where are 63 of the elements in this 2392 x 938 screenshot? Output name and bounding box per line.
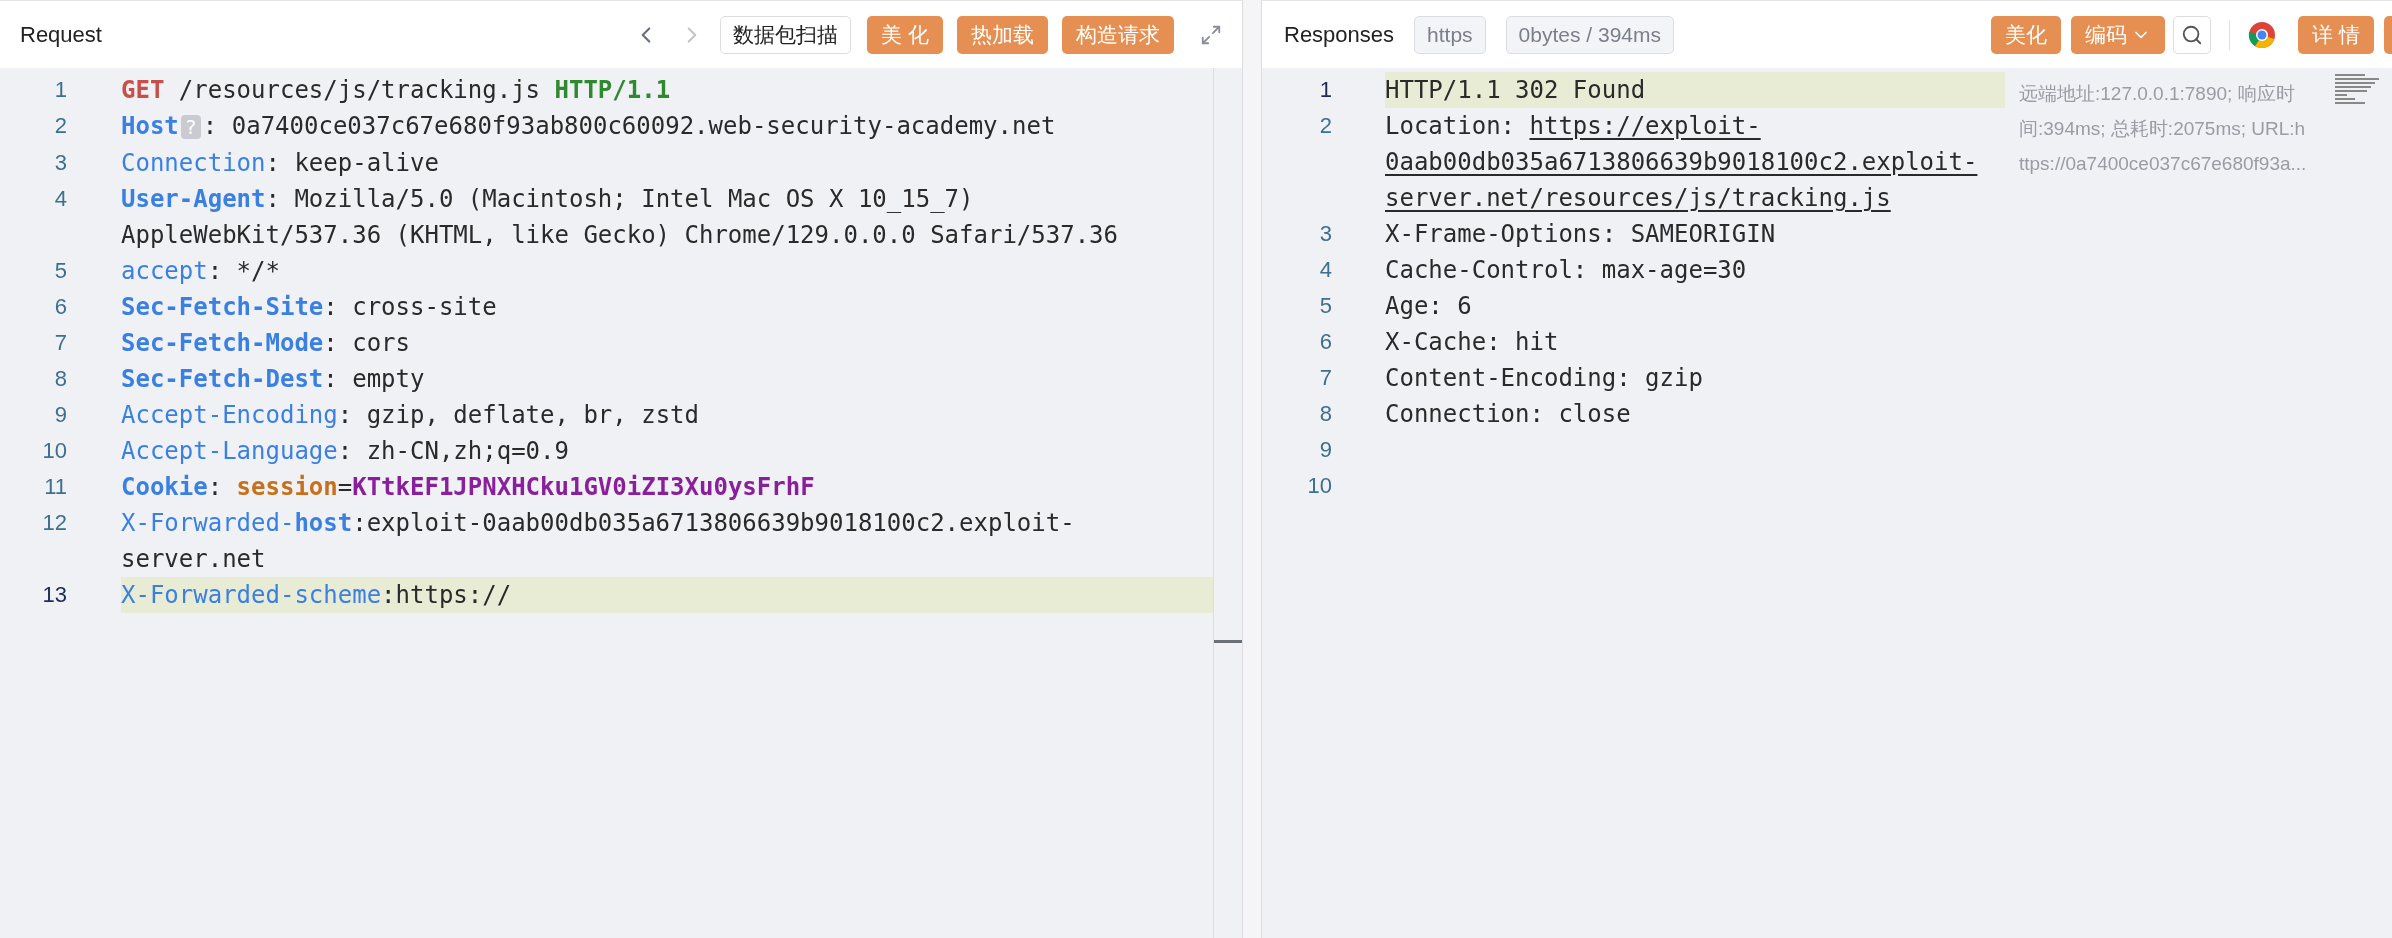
line-number: 13 — [41, 581, 67, 609]
response-info: 远端地址:127.0.0.1:7890; 响应时间:394ms; 总耗时:2075ms; URL:https://0a7400ce037c67e680f93a... — [2019, 82, 2308, 176]
line-number: 1 — [53, 76, 67, 104]
line-number: 8 — [53, 365, 67, 393]
scan-button[interactable]: 数据包扫描 — [720, 15, 852, 54]
code-line: GET /resources/js/tracking.js HTTP/1.1 — [121, 76, 671, 104]
code-line: Content-Encoding: gzip — [1385, 364, 1703, 392]
line-number: 12 — [41, 509, 67, 537]
code-line: Cache-Control: max-age=30 — [1385, 256, 1747, 284]
line-number: 4 — [53, 185, 67, 213]
toolbar-button[interactable]: 构造请求 — [1062, 15, 1174, 54]
code-line: Sec-Fetch-Site: cross-site — [121, 293, 497, 321]
button-edge[interactable] — [2384, 15, 2392, 54]
line-number: 9 — [1318, 436, 1332, 464]
code-line: Location: https://exploit-0aab00db035a6713806639b9018100c2.exploit-server.net/resources/js/tracking.js — [1385, 112, 1978, 212]
info-tag: https — [1414, 15, 1486, 54]
code-line: Connection: close — [1385, 400, 1631, 428]
code-line: Connection: keep-alive — [121, 149, 439, 177]
encode-button[interactable]: 编码 — [2071, 15, 2166, 54]
line-number: 8 — [1318, 400, 1332, 428]
line-number: 5 — [53, 257, 67, 285]
code-line: Accept-Language: zh-CN,zh;q=0.9 — [121, 437, 569, 465]
code-line: X-Forwarded-scheme:https:// — [121, 581, 512, 609]
code-line: Sec-Fetch-Dest: empty — [121, 365, 425, 393]
line-number: 10 — [41, 437, 67, 465]
line-number: 3 — [1318, 220, 1332, 248]
line-number: 10 — [1306, 472, 1332, 500]
code-line: Host ? : 0a7400ce037c67e680f93ab800c60092.web-security-academy.net — [121, 112, 1056, 140]
toolbar-button[interactable]: 热加载 — [957, 15, 1048, 54]
line-number: 9 — [53, 401, 67, 429]
code-line: Sec-Fetch-Mode: cors — [121, 329, 410, 357]
search-icon[interactable] — [2181, 23, 2204, 46]
scrollbar-marker — [1214, 640, 1242, 643]
line-number: 11 — [43, 473, 67, 501]
line-number: 2 — [53, 112, 67, 140]
line-number: 6 — [53, 293, 67, 321]
code-line: X-Cache: hit — [1385, 328, 1559, 356]
code-line: User-Agent: Mozilla/5.0 (Macintosh; Intel Mac OS X 10_15_7) AppleWebKit/537.36 (KHTML, like Gecko) Chrome/129.0.0.0 Safari/537.36 — [121, 185, 1118, 249]
toolbar-button[interactable]: 美 化 — [867, 15, 943, 54]
code-line: X-Frame-Options: SAMEORIGIN — [1385, 220, 1776, 248]
code-line: Accept-Encoding: gzip, deflate, br, zstd — [121, 401, 699, 429]
info-tag: 0bytes / 394ms — [1505, 15, 1674, 54]
line-number: 5 — [1318, 292, 1332, 320]
minimap-drawing — [2335, 74, 2379, 104]
details-button[interactable]: 详 情 — [2298, 15, 2374, 54]
line-number: 6 — [1318, 328, 1332, 356]
line-number: 7 — [1318, 364, 1332, 392]
code-line: X-Forwarded-host:exploit-0aab00db035a6713806639b9018100c2.exploit-server.net — [121, 509, 1075, 573]
line-number: 2 — [1318, 112, 1332, 140]
browser-icon[interactable] — [2248, 20, 2277, 49]
line-number: 1 — [1318, 76, 1332, 104]
beautify-button[interactable]: 美化 — [1991, 15, 2062, 54]
line-number: 3 — [53, 149, 67, 177]
panel-title: Responses — [1284, 21, 1395, 49]
code-line: Age: 6 — [1385, 292, 1472, 320]
search-button[interactable] — [2173, 15, 2212, 54]
code-line: accept: */* — [121, 257, 280, 285]
code-line: HTTP/1.1 302 Found — [1385, 76, 1646, 104]
line-number: 4 — [1318, 256, 1332, 284]
code-line: Cookie: session=KTtkEF1JPNXHCku1GV0iZI3Xu0ysFrhF — [121, 473, 815, 501]
panel-title: Request — [20, 21, 102, 49]
line-number: 7 — [53, 329, 67, 357]
expand-button[interactable] — [1200, 23, 1222, 46]
